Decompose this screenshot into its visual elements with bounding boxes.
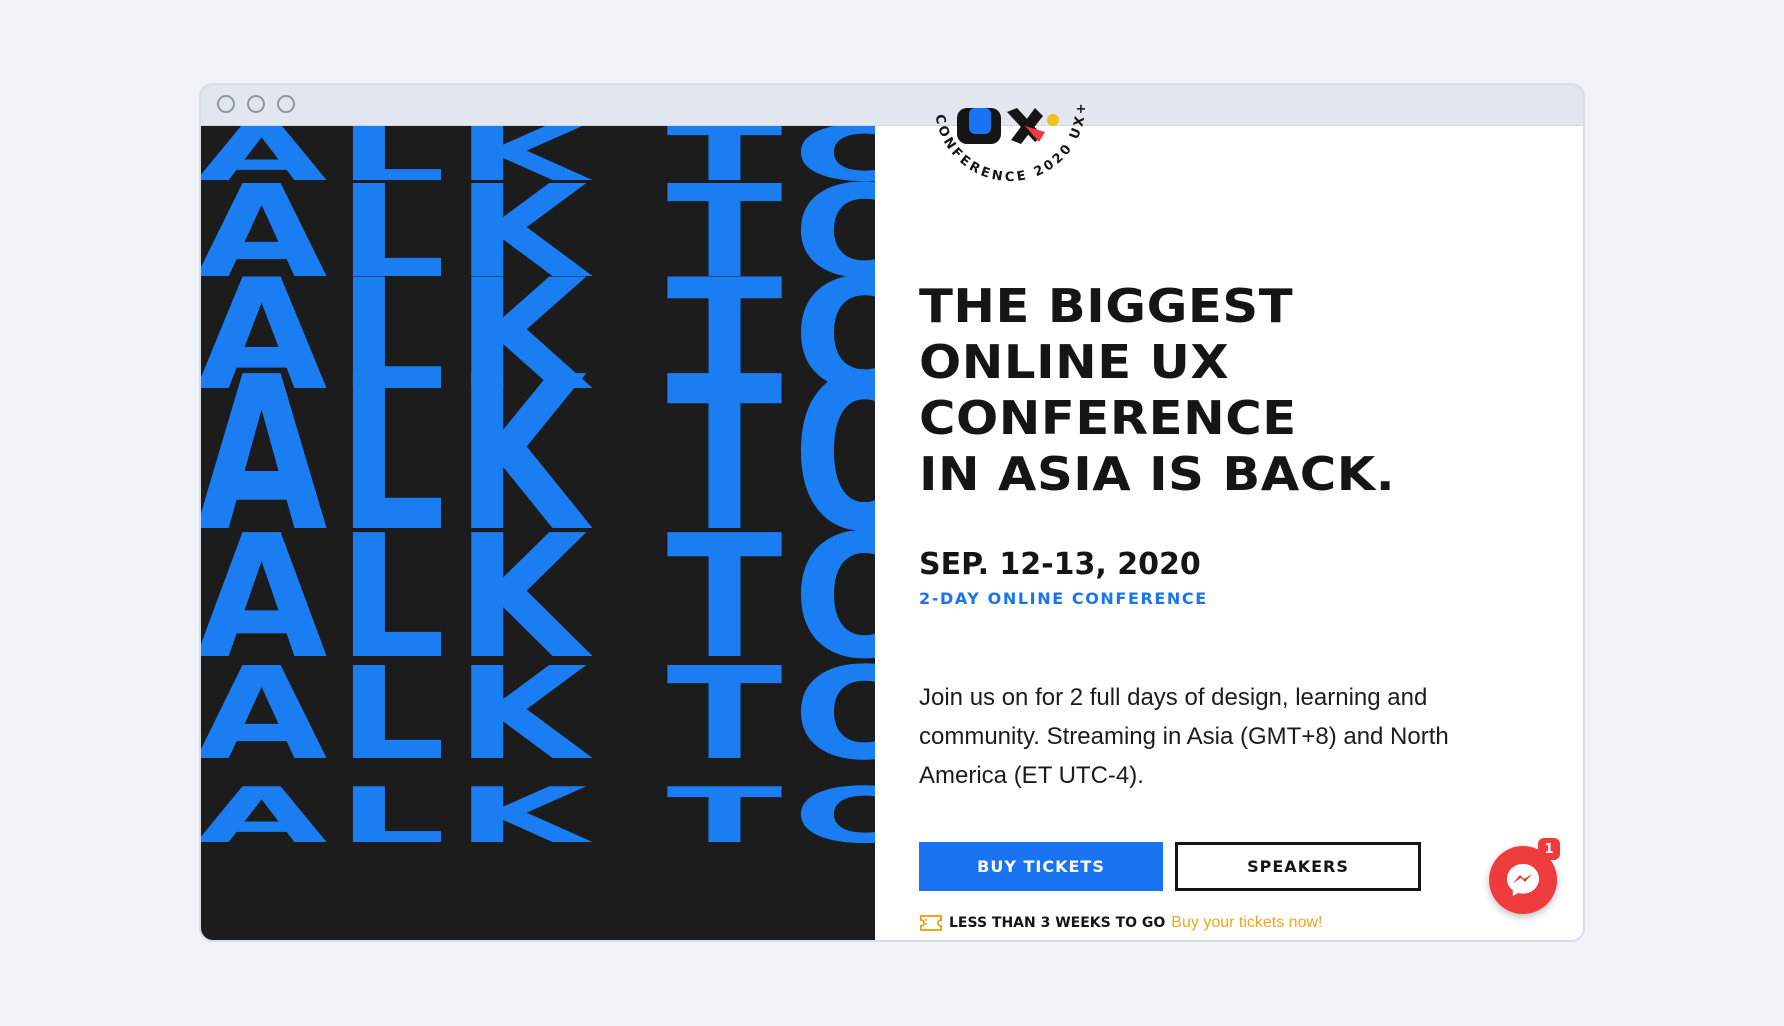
event-subtitle: 2-DAY ONLINE CONFERENCE [919, 589, 1208, 608]
hero-pattern-row: TALK TO [201, 772, 875, 861]
buy-tickets-button[interactable]: BUY TICKETS [919, 842, 1163, 891]
promo-countdown-text: LESS THAN 3 WEEKS TO GO [949, 915, 1166, 931]
headline-line: IN ASIA IS BACK. [919, 447, 1396, 501]
headline-line: THE BIGGEST [919, 279, 1294, 333]
event-date: SEP. 12-13, 2020 [919, 547, 1201, 582]
headline-line: ONLINE UX [919, 335, 1230, 389]
headline-line: CONFERENCE [919, 391, 1297, 445]
window-close-dot[interactable] [217, 95, 235, 113]
hero-pattern-row: TALK TO [201, 641, 875, 789]
hero-typography-image: TALK TOTALK TOTALK TOTALK TOTALK TOTALK … [201, 126, 875, 940]
speakers-button[interactable]: SPEAKERS [1175, 842, 1421, 891]
window-maximize-dot[interactable] [277, 95, 295, 113]
unread-count-badge: 1 [1538, 838, 1560, 860]
promo-bar: LESS THAN 3 WEEKS TO GO Buy your tickets… [919, 913, 1322, 933]
page-headline: THE BIGGEST ONLINE UX CONFERENCE IN ASIA… [919, 278, 1524, 502]
conference-logo-badge: CONFERENCE 2020 UX+ [931, 100, 1086, 185]
messenger-icon [1507, 864, 1539, 896]
buy-tickets-link[interactable]: Buy your tickets now! [1171, 914, 1322, 932]
browser-window: TALK TOTALK TOTALK TOTALK TOTALK TOTALK … [199, 83, 1585, 942]
window-minimize-dot[interactable] [247, 95, 265, 113]
window-titlebar [201, 85, 1583, 126]
ticket-icon [920, 915, 942, 931]
hero-content: CONFERENCE 2020 UX+ THE BIGGEST ONLINE U… [875, 100, 1583, 940]
talk-to-pattern: TALK TOTALK TOTALK TOTALK TOTALK TOTALK … [201, 126, 875, 861]
event-description: Join us on for 2 full days of design, le… [919, 684, 1449, 789]
